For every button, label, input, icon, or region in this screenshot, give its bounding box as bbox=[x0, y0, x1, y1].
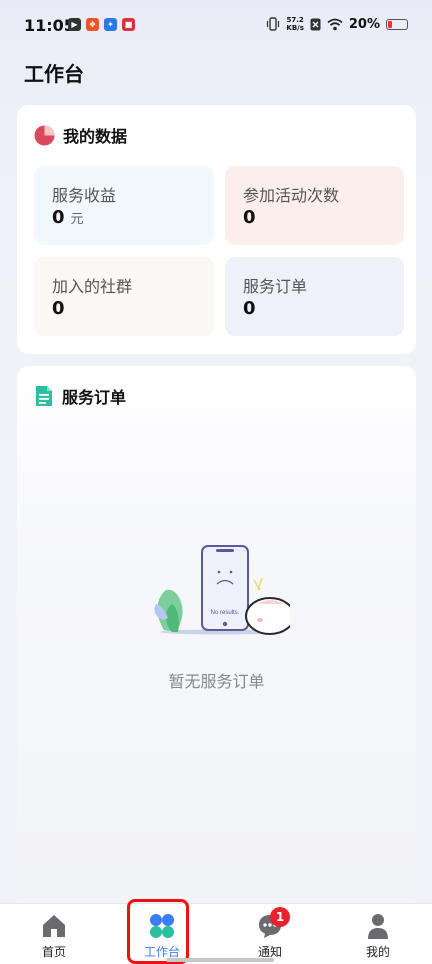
stat-tile-joined-communities[interactable]: 加入的社群 0 bbox=[34, 257, 214, 336]
empty-state-text: 暂无服务订单 bbox=[168, 672, 265, 691]
stat-label: 服务收益 bbox=[52, 186, 117, 205]
nav-item-notifications[interactable]: 1 通知 bbox=[216, 904, 324, 964]
nav-item-profile[interactable]: 我的 bbox=[324, 904, 432, 964]
battery-percent: 20% bbox=[348, 16, 380, 32]
net-speed-value: 57.2 bbox=[286, 16, 304, 24]
service-orders-header: 服务订单 bbox=[34, 384, 126, 408]
stat-value: 0 bbox=[243, 207, 256, 228]
stat-tile-service-income[interactable]: 服务收益 0元 bbox=[34, 166, 214, 245]
home-indicator[interactable] bbox=[166, 958, 274, 962]
nav-item-home[interactable]: 首页 bbox=[0, 904, 108, 964]
stat-value: 0 bbox=[243, 298, 256, 319]
stat-unit: 元 bbox=[70, 212, 84, 227]
stat-label: 服务订单 bbox=[243, 277, 308, 296]
service-orders-card: 服务订单 No results. 暂无服务订单 bbox=[17, 366, 416, 906]
home-icon bbox=[43, 915, 65, 937]
nav-label: 我的 bbox=[365, 945, 390, 959]
battery-fill bbox=[388, 20, 392, 28]
stat-number: 0 bbox=[52, 207, 65, 228]
page-title: 工作台 bbox=[24, 62, 84, 86]
app-icon-2: ❖ bbox=[86, 18, 99, 31]
document-icon bbox=[36, 386, 52, 406]
vibrate-icon bbox=[267, 17, 280, 31]
stat-label: 加入的社群 bbox=[52, 277, 133, 296]
service-orders-title: 服务订单 bbox=[62, 388, 127, 407]
my-data-card: 我的数据 服务收益 0元 参加活动次数 0 加入的社群 0 服务订单 0 bbox=[17, 105, 416, 354]
app-icon-4: ■ bbox=[122, 18, 135, 31]
net-speed-unit: KB/s bbox=[286, 24, 304, 32]
bottom-nav: 首页 工作台 1 通知 我的 bbox=[0, 903, 432, 964]
no-sim-icon bbox=[310, 18, 321, 30]
empty-illustration-text: No results. bbox=[211, 610, 240, 616]
status-right-group: 57.2 KB/s 20% bbox=[266, 16, 408, 32]
app-icon-3: ✦ bbox=[104, 18, 117, 31]
pie-chart-icon bbox=[34, 125, 55, 145]
active-tab-highlight bbox=[127, 899, 189, 964]
my-data-title: 我的数据 bbox=[63, 127, 128, 146]
notification-badge: 1 bbox=[270, 907, 290, 927]
stat-tile-service-orders[interactable]: 服务订单 0 bbox=[225, 257, 404, 336]
status-bar: 11:05 ▶ ❖ ✦ ■ 57.2 KB/s 20% bbox=[0, 0, 432, 52]
net-speed: 57.2 KB/s bbox=[286, 16, 303, 32]
stat-value: 0 bbox=[52, 298, 65, 319]
stat-value: 0元 bbox=[52, 207, 84, 228]
app-icon-1: ▶ bbox=[68, 18, 81, 31]
stat-tile-activity-count[interactable]: 参加活动次数 0 bbox=[225, 166, 404, 245]
empty-state-illustration: No results. bbox=[154, 545, 290, 635]
my-data-header: 我的数据 bbox=[34, 123, 127, 147]
battery-icon bbox=[386, 18, 408, 30]
nav-label: 首页 bbox=[41, 945, 66, 959]
person-icon bbox=[368, 914, 388, 939]
stat-label: 参加活动次数 bbox=[243, 186, 340, 205]
wifi-icon bbox=[327, 18, 343, 30]
